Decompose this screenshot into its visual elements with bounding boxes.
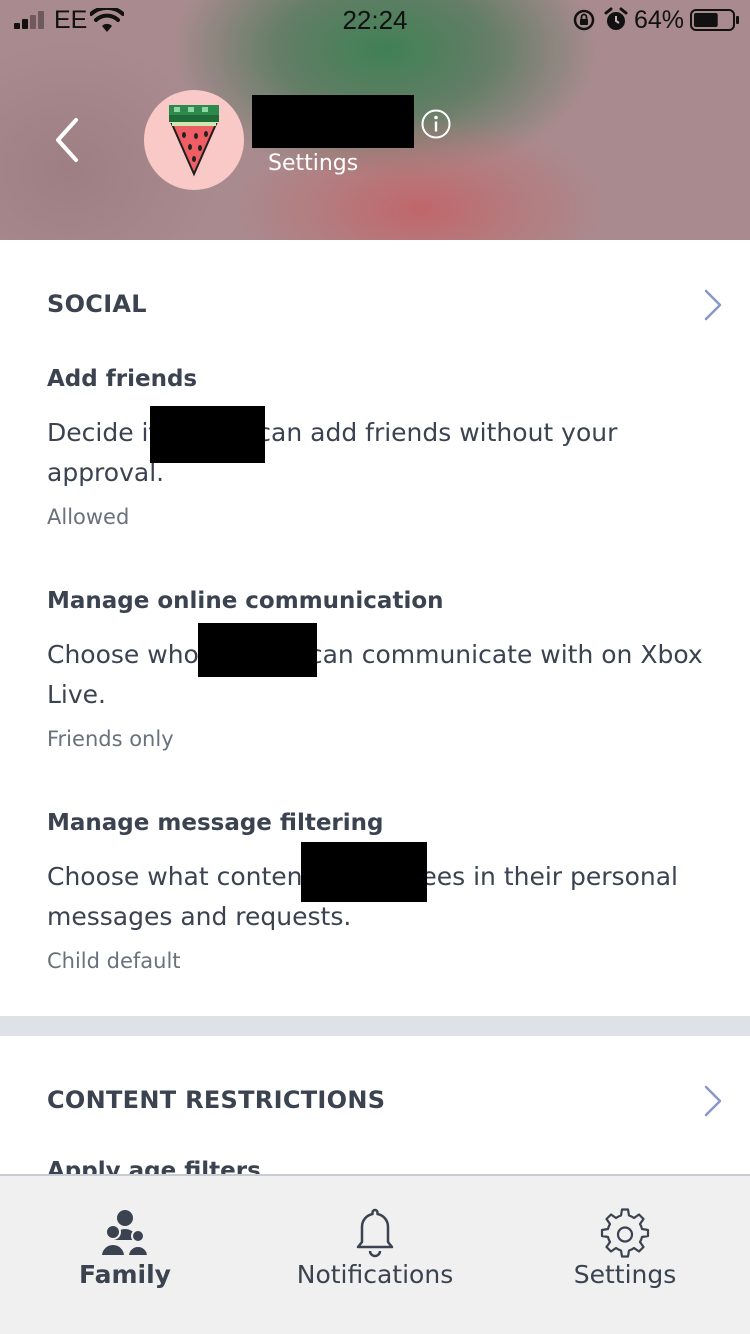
setting-title: Add friends <box>47 366 198 392</box>
status-bar: EE 22:24 64% <box>0 0 750 40</box>
social-section: SOCIAL Add friends Decide if can add frie… <box>0 240 750 1016</box>
section-title-social: SOCIAL <box>47 290 147 318</box>
info-icon[interactable] <box>420 108 452 140</box>
section-title-content-restrictions: CONTENT RESTRICTIONS <box>47 1086 386 1114</box>
tab-notifications[interactable]: Notifications <box>250 1176 500 1334</box>
bottom-tab-bar: Family Notifications Settings <box>0 1174 750 1334</box>
redacted-profile-name <box>252 95 414 148</box>
gear-icon <box>600 1208 650 1258</box>
alarm-icon <box>604 7 628 30</box>
tab-label: Family <box>79 1260 171 1289</box>
watermelon-avatar-icon <box>169 105 219 177</box>
setting-value: Allowed <box>47 505 130 529</box>
chevron-right-icon[interactable] <box>700 1081 726 1121</box>
redacted-child-name <box>198 623 317 677</box>
rotation-lock-icon <box>573 9 595 31</box>
profile-header: EE 22:24 64% Settings <box>0 0 750 240</box>
redacted-child-name <box>150 406 265 463</box>
setting-title-apply-age-filters[interactable]: Apply age filters <box>47 1158 261 1174</box>
redacted-child-name <box>301 842 427 902</box>
back-button[interactable] <box>44 108 94 172</box>
tab-label: Notifications <box>296 1260 454 1289</box>
setting-title: Manage message filtering <box>47 810 384 836</box>
bell-icon <box>356 1208 394 1258</box>
section-divider <box>0 1016 750 1036</box>
chevron-right-icon[interactable] <box>700 285 726 325</box>
description-text: Decide if <box>47 418 158 447</box>
setting-title: Manage online communication <box>47 588 444 614</box>
setting-value: Friends only <box>47 727 174 751</box>
description-text: Choose what content <box>47 862 313 891</box>
tab-label: Settings <box>573 1260 677 1289</box>
battery-percentage: 64% <box>634 6 685 34</box>
battery-icon <box>690 9 739 31</box>
avatar <box>144 90 244 190</box>
tab-family[interactable]: Family <box>0 1176 250 1334</box>
setting-value: Child default <box>47 949 181 973</box>
family-icon <box>99 1210 150 1257</box>
tab-settings[interactable]: Settings <box>500 1176 750 1334</box>
setting-description: Choose who can communicate with on Xbox L… <box>47 635 707 715</box>
content-restrictions-section: CONTENT RESTRICTIONS Apply age filters <box>0 1036 750 1174</box>
setting-description: Decide if can add friends without your ap… <box>47 413 707 493</box>
header-subtitle: Settings <box>268 151 359 176</box>
description-text: Choose who <box>47 640 199 669</box>
